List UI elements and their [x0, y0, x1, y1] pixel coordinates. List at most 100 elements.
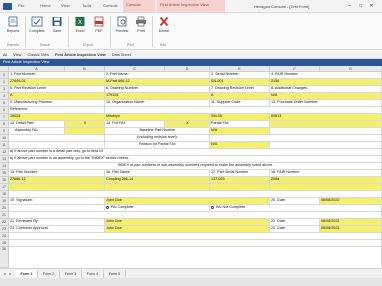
- table-cell[interactable]: [9, 191, 382, 198]
- context-tab-console[interactable]: Console: [123, 0, 155, 13]
- table-cell[interactable]: [9, 233, 382, 240]
- row-header[interactable]: 7: [0, 114, 9, 121]
- table-cell[interactable]: [270, 128, 382, 135]
- row-header[interactable]: 5: [0, 100, 9, 107]
- field-label[interactable]: 5. Part Revision Level:: [9, 86, 105, 93]
- index-fair-value[interactable]: 206a: [270, 177, 382, 184]
- close-icon[interactable]: ✕: [368, 3, 375, 9]
- table-cell[interactable]: [105, 107, 382, 114]
- field-label[interactable]: 12. Purchase Order Number:: [270, 100, 382, 107]
- row-header[interactable]: 22: [0, 219, 9, 226]
- field-label[interactable]: 10. Organization Name:: [105, 100, 210, 107]
- approval-date-value[interactable]: 08/08/2022: [320, 226, 382, 233]
- row-header[interactable]: 9: [0, 128, 9, 135]
- table-cell[interactable]: [9, 205, 105, 212]
- minimize-icon[interactable]: –: [346, 3, 353, 9]
- row-header[interactable]: 1: [0, 72, 9, 79]
- row-header[interactable]: 8: [0, 121, 9, 128]
- serial-number-value[interactable]: SN-001: [210, 79, 270, 86]
- index-part-name-value[interactable]: Coupling 266-14: [105, 177, 210, 184]
- breadcrumb-item-current[interactable]: First Article Inspection View: [55, 53, 106, 57]
- maximize-icon[interactable]: □: [357, 3, 364, 9]
- sheet-tab[interactable]: Form 5: [104, 270, 126, 278]
- spreadsheet-grid[interactable]: A B C D E F G 1 2 3 4 5 6 7 8 9 10 11 12…: [0, 66, 382, 268]
- breadcrumb-item[interactable]: View: [13, 53, 21, 57]
- table-cell[interactable]: [270, 142, 382, 149]
- next-sheet-icon[interactable]: ▸: [8, 271, 13, 276]
- complete-button[interactable]: Complete: [28, 16, 46, 40]
- index-heading[interactable]: INDEX of part numbers or sub-assembly nu…: [9, 163, 382, 170]
- instruction-text[interactable]: b) If above part number is an assembly, …: [9, 156, 382, 163]
- row-header[interactable]: 6: [0, 107, 9, 114]
- index-column-label[interactable]: 18. FAIR Number: [270, 170, 382, 177]
- signature-date-value[interactable]: 08/08/2022: [320, 198, 382, 205]
- field-label[interactable]: (including revision level):: [105, 135, 210, 142]
- field-label[interactable]: Reference:: [9, 107, 105, 114]
- tab-console[interactable]: Console: [103, 3, 118, 8]
- tab-view[interactable]: View: [61, 3, 70, 8]
- index-serial-value[interactable]: [210, 184, 270, 191]
- app-icon[interactable]: [3, 3, 12, 10]
- index-column-label[interactable]: 16. Part Name: [105, 170, 210, 177]
- full-fai-checkbox[interactable]: X: [165, 121, 210, 128]
- breadcrumb-item[interactable]: Classic View: [28, 53, 49, 57]
- field-label[interactable]: 8. Additional Changes:: [270, 86, 382, 93]
- row-header[interactable]: 3: [0, 86, 9, 93]
- organization-name-value[interactable]: Mitutoyo: [105, 114, 210, 121]
- row-header[interactable]: 10: [0, 135, 9, 142]
- field-label[interactable]: 7. Drawing Revision Level:: [210, 86, 270, 93]
- field-label[interactable]: 20. Date:: [270, 198, 320, 205]
- additional-changes-value[interactable]: N/A: [270, 93, 382, 100]
- row-header[interactable]: 14: [0, 163, 9, 170]
- print-button[interactable]: Print: [132, 16, 150, 40]
- row-header[interactable]: 19: [0, 198, 9, 205]
- field-label[interactable]: 6. Drawing Number:: [105, 86, 210, 93]
- field-label[interactable]: 24. Date:: [270, 226, 320, 233]
- field-label[interactable]: Partial FAI:: [210, 121, 270, 128]
- context-tab-fai-view[interactable]: First Article Inspection View: [157, 0, 225, 13]
- field-label[interactable]: Reason for Partial FAI:: [105, 142, 210, 149]
- customer-approval-value[interactable]: John Doe: [105, 226, 270, 233]
- table-cell[interactable]: [9, 240, 382, 247]
- row-header[interactable]: 17: [0, 184, 9, 191]
- field-label[interactable]: Baseline Part Number: [105, 128, 210, 135]
- part-revision-value[interactable]: A: [9, 93, 105, 100]
- row-header[interactable]: 20: [0, 205, 9, 212]
- row-header[interactable]: 26: [0, 247, 9, 268]
- table-cell[interactable]: [9, 247, 382, 268]
- row-header[interactable]: 12: [0, 149, 9, 156]
- table-cell[interactable]: [210, 135, 382, 142]
- fai-not-complete-option[interactable]: FAI Not Complete: [210, 205, 382, 212]
- row-header[interactable]: 15: [0, 170, 9, 177]
- tab-home[interactable]: Home: [40, 3, 51, 8]
- sheet-tab[interactable]: Form 1: [16, 270, 38, 278]
- row-header[interactable]: 21: [0, 212, 9, 219]
- field-label[interactable]: 4. FAIR Number:: [270, 72, 382, 79]
- row-header[interactable]: 16: [0, 177, 9, 184]
- reviewed-date-value[interactable]: 08/08/2022: [320, 219, 382, 226]
- assembly-fai-checkbox[interactable]: [65, 128, 105, 135]
- sheet-tab[interactable]: Form 3: [60, 270, 82, 278]
- partial-fai-value[interactable]: [270, 121, 382, 128]
- pdf-button[interactable]: PDF: [90, 16, 108, 40]
- index-fair-value[interactable]: [270, 184, 382, 191]
- sheet-tab[interactable]: Form 2: [38, 270, 60, 278]
- detail-part-checkbox[interactable]: X: [65, 121, 105, 128]
- table-cell[interactable]: [9, 135, 105, 142]
- reports-button[interactable]: Reports: [4, 16, 22, 40]
- purchase-order-value[interactable]: 00813: [270, 114, 382, 121]
- table-cell[interactable]: [9, 142, 105, 149]
- row-header[interactable]: 25: [0, 240, 9, 247]
- row-header[interactable]: 23: [0, 226, 9, 233]
- field-label[interactable]: Assembly FAI:: [9, 128, 65, 135]
- field-label[interactable]: 11. Supplier Code:: [210, 100, 270, 107]
- part-name-value[interactable]: M-Part 666-12: [105, 79, 210, 86]
- delete-button[interactable]: Delete: [155, 16, 173, 40]
- tab-file[interactable]: File: [18, 3, 24, 8]
- field-label[interactable]: 21. Reviewed By:: [9, 219, 105, 226]
- field-label[interactable]: 3. Serial Number:: [210, 72, 270, 79]
- row-header[interactable]: 2: [0, 79, 9, 86]
- fai-complete-option[interactable]: FAI Complete: [105, 205, 210, 212]
- sheet-tab[interactable]: Form 4: [82, 270, 104, 278]
- signature-value[interactable]: John Doe: [105, 198, 270, 205]
